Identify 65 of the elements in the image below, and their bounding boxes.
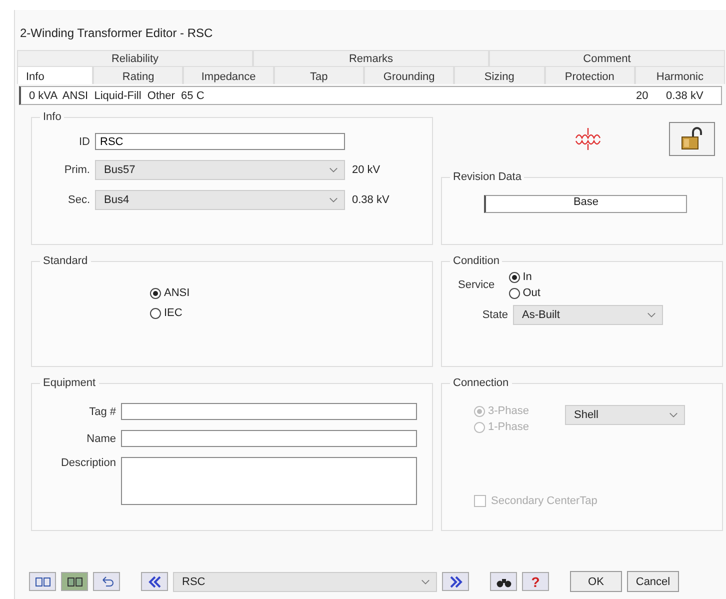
padlock-icon [679, 127, 705, 151]
two-pages-icon [66, 576, 82, 588]
element-dropdown[interactable]: RSC [173, 572, 437, 592]
voltage-text: 20 kV [352, 164, 380, 176]
cancel-button[interactable]: Cancel [627, 571, 679, 592]
bus-dropdown[interactable]: Bus4 [95, 190, 345, 210]
field-label: State [481, 309, 508, 321]
tab[interactable]: Protection [544, 66, 635, 84]
transformer-symbol-icon [573, 128, 603, 150]
tab[interactable]: Comment [489, 50, 725, 66]
double-chevron-left-icon [146, 576, 162, 588]
group-title: Revision Data [452, 171, 522, 183]
window-title: 2-Winding Transformer Editor - RSC [19, 25, 214, 42]
chevron-down-icon [668, 412, 678, 418]
tab[interactable]: Tap [274, 66, 364, 84]
chevron-down-icon [421, 578, 430, 584]
tab[interactable]: Remarks [253, 50, 489, 66]
description-field[interactable] [121, 457, 417, 505]
group-title: Standard [42, 255, 89, 267]
previous-button[interactable] [141, 572, 168, 591]
id-field[interactable]: RSC [95, 133, 345, 150]
tab[interactable]: Sizing [454, 66, 545, 84]
ok-button[interactable]: OK [570, 571, 622, 592]
help-button[interactable]: ? [522, 572, 549, 591]
bus-dropdown[interactable]: Bus57 [95, 160, 345, 180]
chevron-down-icon [647, 312, 656, 318]
field-label: Name [86, 432, 116, 444]
two-pages-icon [34, 576, 50, 588]
chevron-down-icon [329, 197, 338, 203]
summary-text: 0.38 kV [666, 90, 704, 102]
state-dropdown[interactable]: As-Built [513, 305, 663, 325]
find-button[interactable] [490, 572, 517, 591]
radio-button[interactable]: Out [508, 287, 540, 299]
group-title: Info [42, 111, 62, 123]
tab[interactable]: Rating [93, 66, 184, 84]
undo-button[interactable] [93, 572, 120, 591]
toolbar-button[interactable] [29, 572, 56, 591]
tag-field[interactable] [121, 403, 417, 420]
tab[interactable]: Reliability [17, 50, 253, 66]
group-title: Equipment [42, 377, 97, 389]
name-field[interactable] [121, 430, 417, 447]
field-label: Prim. [63, 164, 90, 176]
field-label: Service [458, 279, 495, 291]
voltage-text: 0.38 kV [352, 194, 390, 206]
tab[interactable]: Info [17, 66, 94, 84]
radio-button[interactable]: In [508, 271, 540, 283]
tab[interactable]: Impedance [183, 66, 274, 84]
field-label: Tag # [88, 406, 116, 418]
group-title: Connection [452, 377, 510, 389]
summary-text: 0 kVA ANSI Liquid-Fill Other 65 C [28, 90, 206, 102]
toolbar-button[interactable] [61, 572, 88, 591]
group-title: Condition [452, 255, 500, 267]
padlock-button[interactable] [669, 122, 715, 156]
revision-field: Base [484, 195, 687, 213]
field-label: Sec. [66, 194, 90, 206]
summary-text: 20 [636, 90, 650, 102]
double-chevron-right-icon [448, 576, 464, 588]
tab[interactable]: Harmonic [634, 66, 726, 84]
radio-button[interactable]: IEC [150, 307, 424, 319]
field-label: Description [60, 457, 116, 469]
chevron-down-icon [329, 167, 338, 173]
next-button[interactable] [442, 572, 469, 591]
radio-button[interactable]: ANSI [150, 287, 424, 299]
tab[interactable]: Grounding [364, 66, 454, 84]
field-label: ID [78, 136, 90, 148]
